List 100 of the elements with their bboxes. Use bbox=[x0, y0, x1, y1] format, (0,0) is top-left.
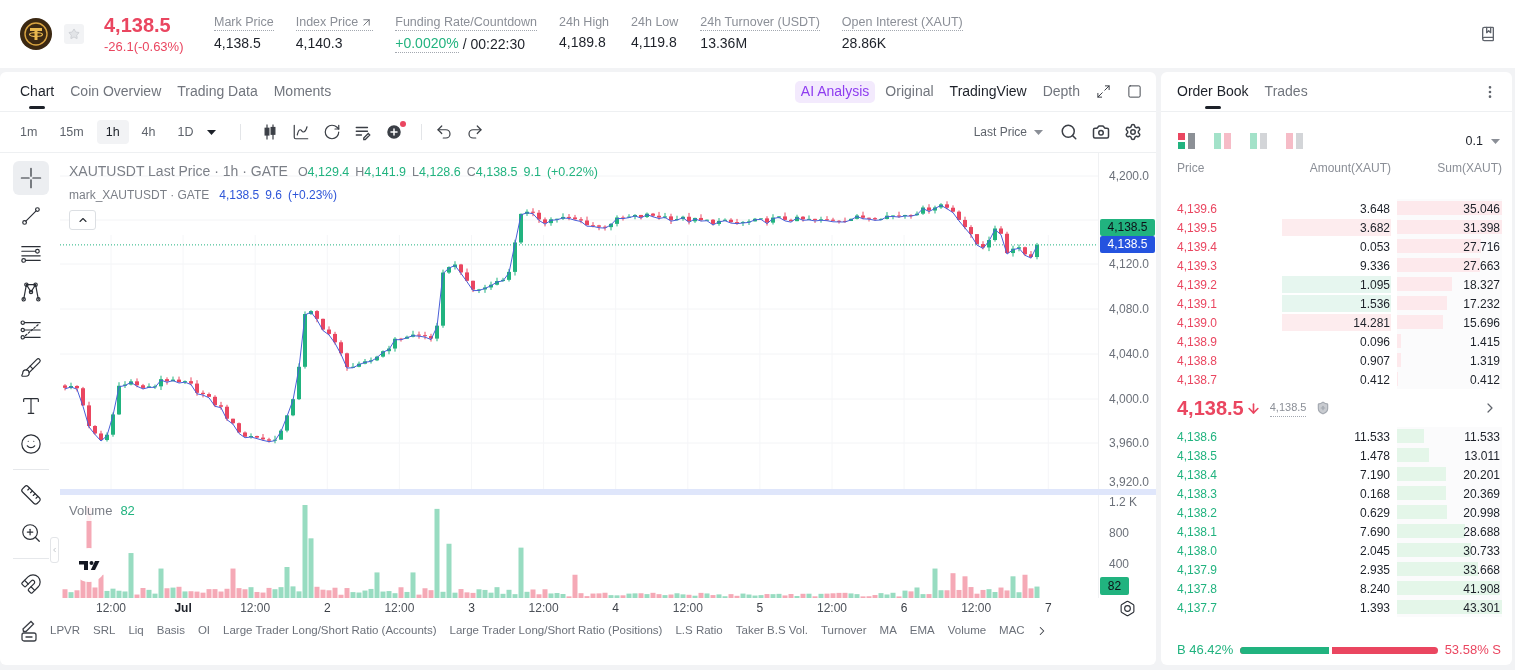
interval-tab[interactable]: 1m bbox=[11, 120, 47, 144]
stat-value: 13.36M bbox=[700, 35, 748, 52]
search-icon[interactable] bbox=[1060, 123, 1078, 141]
camera-icon[interactable] bbox=[1092, 123, 1110, 141]
order-sum: 13.011 bbox=[1464, 447, 1501, 465]
precision-select[interactable]: 0.1 bbox=[1465, 131, 1500, 151]
chart-tab[interactable]: Trading Data bbox=[177, 72, 258, 111]
time-axis-label: 3 bbox=[468, 601, 475, 615]
mid-price: 4,138.5 bbox=[1177, 396, 1244, 421]
indicator-link[interactable]: Large Trader Long/Short Ratio (Positions) bbox=[449, 622, 663, 640]
expand-icon[interactable] bbox=[1096, 84, 1111, 99]
view-tab[interactable]: TradingView bbox=[949, 81, 1027, 102]
sell-ratio: 53.58% S bbox=[1444, 641, 1501, 660]
interval-tab[interactable]: 4h bbox=[132, 120, 165, 144]
bid-price: 4,138.3 bbox=[1177, 485, 1218, 503]
ruler-icon bbox=[20, 484, 42, 506]
ohlc-value: 4,141.9 bbox=[364, 164, 407, 181]
chart-tab[interactable]: Chart bbox=[20, 72, 55, 111]
order-sum: 20.369 bbox=[1463, 485, 1501, 503]
view-tab[interactable]: Depth bbox=[1042, 81, 1080, 102]
book-layout-icon[interactable] bbox=[1178, 133, 1195, 149]
stat-link[interactable]: Index Price bbox=[295, 15, 374, 31]
legend-toggle-button[interactable] bbox=[69, 210, 96, 230]
bid-price: 4,138.0 bbox=[1177, 542, 1218, 560]
book-icon[interactable] bbox=[1480, 26, 1496, 42]
indicator-link[interactable]: LPVR bbox=[50, 622, 81, 640]
bid-price: 4,138.4 bbox=[1177, 466, 1218, 484]
volume-title: Volume bbox=[69, 502, 113, 520]
indicator-link[interactable]: MA bbox=[879, 622, 897, 640]
order-amount: 0.168 bbox=[1359, 485, 1391, 503]
settings-icon[interactable] bbox=[1124, 123, 1142, 141]
interval-tab[interactable]: 15m bbox=[50, 120, 93, 144]
chart-tab[interactable]: Coin Overview bbox=[70, 72, 162, 111]
indicator-link[interactable]: Turnover bbox=[821, 622, 867, 640]
indicator-link[interactable]: L.S Ratio bbox=[675, 622, 723, 640]
volume-axis-label: 800 bbox=[1109, 526, 1130, 540]
bid-price: 4,138.2 bbox=[1177, 504, 1218, 522]
indicator-link[interactable]: EMA bbox=[909, 622, 935, 640]
rotate-icon[interactable] bbox=[322, 123, 341, 141]
view-tab[interactable]: Original bbox=[885, 81, 934, 102]
line-chart-icon[interactable] bbox=[291, 123, 310, 141]
stat-value: +0.0020% bbox=[395, 35, 459, 53]
stat-label: 24h High bbox=[559, 15, 610, 30]
caret-down-icon bbox=[1491, 138, 1500, 144]
order-sum: 1.415 bbox=[1469, 333, 1501, 351]
order-amount: 0.053 bbox=[1359, 238, 1391, 256]
square-icon[interactable] bbox=[1127, 84, 1142, 99]
ai-analysis-button[interactable]: AI Analysis bbox=[794, 80, 876, 103]
crosshair-icon bbox=[20, 167, 42, 189]
indicator-link[interactable]: SRL bbox=[93, 622, 116, 640]
time-axis-label: 2 bbox=[323, 601, 331, 615]
order-amount: 0.907 bbox=[1359, 352, 1391, 370]
ohlc-label: H bbox=[355, 164, 365, 181]
indicator-link[interactable]: Volume bbox=[947, 622, 987, 640]
caret-down-icon[interactable] bbox=[206, 129, 216, 135]
order-amount: 2.935 bbox=[1359, 561, 1391, 579]
indicator-link[interactable]: MAC bbox=[999, 622, 1025, 640]
indicator-link[interactable]: OI bbox=[197, 622, 211, 640]
indicator-link[interactable]: Liq bbox=[128, 622, 144, 640]
bid-price: 4,137.7 bbox=[1177, 599, 1218, 617]
ohlc-value: 4,128.6 bbox=[419, 164, 461, 181]
indicator-link[interactable]: Taker B.S Vol. bbox=[735, 622, 808, 640]
redo-icon[interactable] bbox=[465, 123, 484, 141]
pencil-icon[interactable] bbox=[20, 620, 40, 642]
order-amount: 14.281 bbox=[1353, 314, 1391, 332]
order-sum: 11.533 bbox=[1464, 428, 1501, 446]
ask-price: 4,138.8 bbox=[1177, 352, 1218, 370]
add-circle-icon[interactable] bbox=[384, 123, 403, 141]
ask-price: 4,139.4 bbox=[1177, 238, 1218, 256]
ask-price: 4,138.9 bbox=[1177, 333, 1218, 351]
time-axis-label: 12:00 bbox=[961, 601, 992, 615]
chart-tab[interactable]: Moments bbox=[273, 72, 332, 111]
interval-tab[interactable]: 1h bbox=[96, 120, 129, 144]
interval-tab[interactable]: 1D bbox=[168, 120, 203, 144]
mark-value: 9.6 bbox=[265, 187, 282, 204]
mark-price: 4,138.5 bbox=[1269, 399, 1307, 417]
book-tab[interactable]: Trades bbox=[1264, 72, 1308, 111]
collapse-handle[interactable] bbox=[50, 537, 59, 563]
volume-axis-label: 1.2 K bbox=[1109, 495, 1138, 509]
price-type-select[interactable]: Last Price bbox=[973, 123, 1043, 141]
text-icon bbox=[20, 395, 42, 417]
mark-value: (+0.23%) bbox=[288, 187, 337, 204]
mark-value: 4,138.5 bbox=[219, 187, 260, 204]
indicator-link[interactable]: Large Trader Long/Short Ratio (Accounts) bbox=[223, 622, 437, 640]
price-axis-label: 4,040.0 bbox=[1109, 347, 1150, 361]
axis-settings-icon[interactable] bbox=[1118, 600, 1136, 617]
price-axis-label: 3,960.0 bbox=[1109, 436, 1150, 450]
time-axis-label: 12:00 bbox=[96, 601, 126, 615]
indicator-link[interactable]: Basis bbox=[156, 622, 185, 640]
stat-value: 4,138.5 bbox=[214, 35, 261, 52]
last-price-tag: 4,138.5 bbox=[1100, 219, 1155, 236]
undo-icon[interactable] bbox=[434, 123, 453, 141]
column-header: Amount(XAUT) bbox=[1309, 160, 1391, 177]
order-amount: 0.096 bbox=[1359, 333, 1391, 351]
order-sum: 41.908 bbox=[1463, 580, 1501, 598]
time-axis-label: 4 bbox=[612, 601, 620, 615]
book-tab[interactable]: Order Book bbox=[1177, 72, 1249, 111]
stat-label: Mark Price bbox=[214, 15, 274, 31]
price-change-percent: (+0.22%) bbox=[546, 164, 598, 181]
stat-label: Funding Rate/Countdown bbox=[395, 15, 538, 31]
